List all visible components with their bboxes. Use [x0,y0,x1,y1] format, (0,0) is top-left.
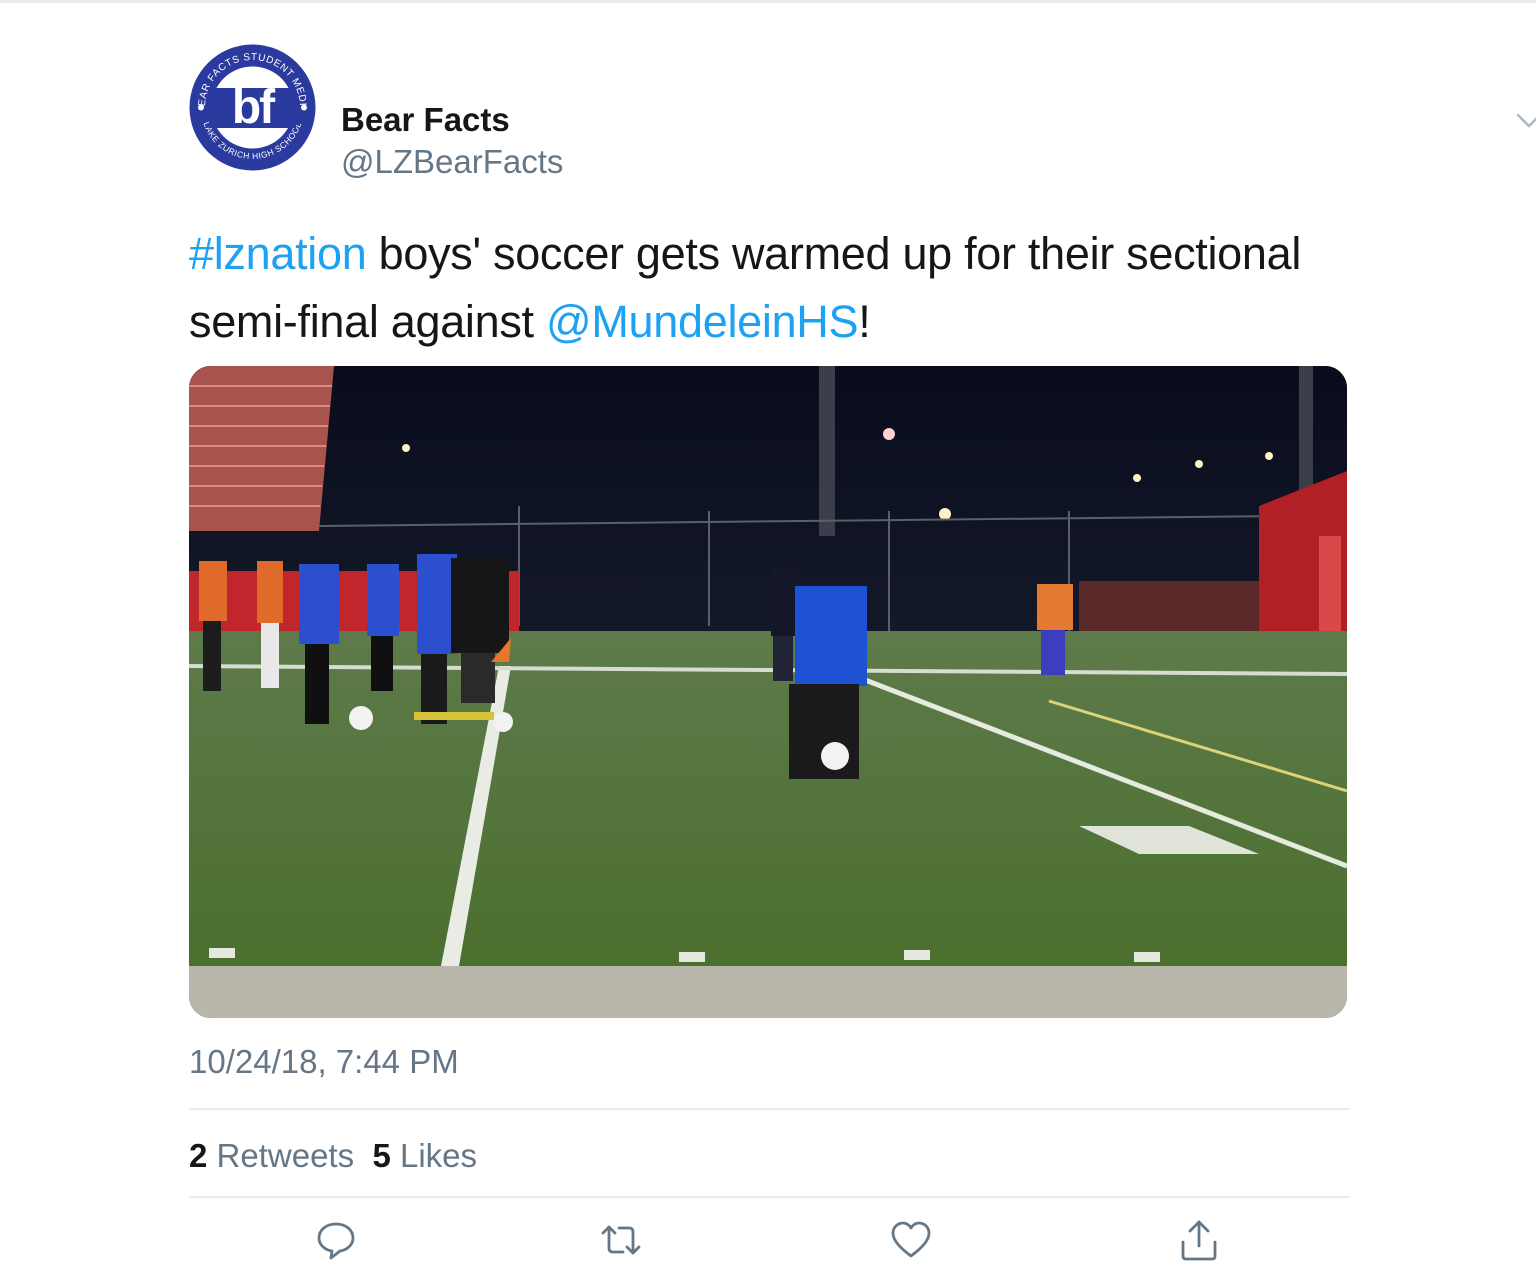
avatar[interactable]: BEAR FACTS STUDENT MEDIA LAKE ZURICH HIG… [185,36,316,171]
likes-label: Likes [399,1137,478,1174]
soccer-field-photo [189,366,1347,1018]
tweet-actions-bar [189,1218,1349,1268]
divider [189,1196,1349,1198]
chevron-down-icon[interactable] [1514,106,1536,136]
divider [189,1108,1349,1110]
retweets-count: 2 [189,1137,208,1174]
retweet-icon[interactable] [599,1218,643,1262]
reply-icon[interactable] [314,1218,358,1262]
engagement-stats: 2 Retweets 5 Likes [189,1134,477,1178]
top-divider [0,0,1536,3]
bear-facts-logo: BEAR FACTS STUDENT MEDIA LAKE ZURICH HIG… [185,36,316,171]
retweets-stat[interactable]: 2 Retweets [189,1137,354,1174]
share-icon[interactable] [1177,1218,1221,1262]
heart-icon[interactable] [889,1218,933,1262]
tweet-photo[interactable] [189,366,1347,1018]
tweet-timestamp[interactable]: 10/24/18, 7:44 PM [189,1040,459,1084]
display-name[interactable]: Bear Facts [341,100,510,140]
retweets-label: Retweets [216,1137,355,1174]
likes-stat[interactable]: 5 Likes [372,1137,477,1174]
account-handle[interactable]: @LZBearFacts [341,142,563,182]
tweet-header: BEAR FACTS STUDENT MEDIA LAKE ZURICH HIG… [185,36,1536,180]
tweet-text: #lznation boys' soccer gets warmed up fo… [189,220,1339,356]
tweet-body-end: ! [858,296,871,347]
svg-text:bf: bf [232,81,276,134]
hashtag-link[interactable]: #lznation [189,228,367,279]
likes-count: 5 [372,1137,391,1174]
mention-link[interactable]: @MundeleinHS [546,296,859,347]
